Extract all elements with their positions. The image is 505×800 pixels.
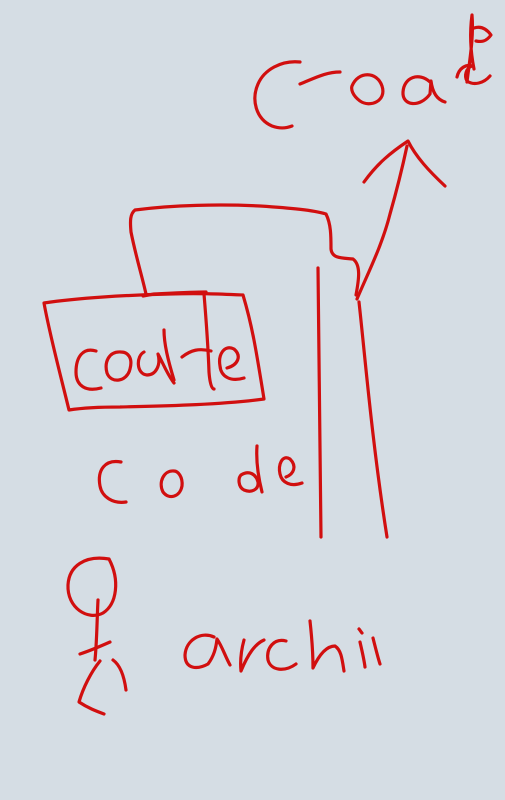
top-right-handwriting	[253, 13, 493, 130]
arrow-icon	[355, 139, 447, 301]
code-box	[42, 290, 266, 412]
bottom-handwriting	[183, 619, 382, 673]
whiteboard-sketch	[42, 13, 493, 716]
box-handwriting	[74, 292, 246, 391]
second-handwriting	[97, 444, 304, 504]
vertical-strokes	[316, 266, 389, 539]
top-connector	[128, 203, 361, 297]
stick-figure-icon	[66, 556, 128, 716]
whiteboard-canvas	[0, 0, 505, 800]
